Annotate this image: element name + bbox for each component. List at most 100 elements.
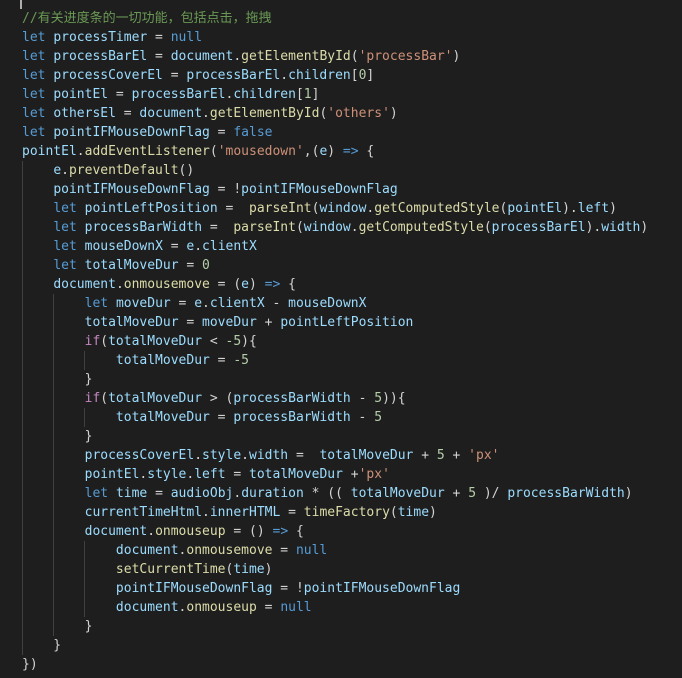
code-token: ): [640, 220, 649, 235]
code-line[interactable]: let time = audioObj.duration * (( totalM…: [22, 484, 648, 503]
code-token: let: [84, 296, 116, 311]
code-token: .: [61, 163, 69, 178]
code-token: ): [249, 277, 265, 292]
code-line[interactable]: let othersEl = document.getElementById('…: [22, 104, 648, 123]
code-token: =: [256, 600, 281, 615]
code-token: e: [194, 296, 203, 311]
code-line[interactable]: }: [22, 427, 648, 446]
code-token: totalMoveDur: [115, 410, 210, 425]
code-line[interactable]: //有关进度条的一切功能，包括点击，拖拽: [22, 9, 648, 28]
code-content[interactable]: //有关进度条的一切功能，包括点击，拖拽 let processTimer = n…: [22, 9, 648, 674]
code-line[interactable]: let pointLeftPosition = parseInt(window.…: [22, 199, 648, 218]
code-token: moveDur: [115, 296, 171, 311]
code-line[interactable]: let moveDur = e.clientX - mouseDownX: [22, 294, 648, 313]
code-token: let: [22, 106, 54, 121]
code-token: =: [280, 505, 304, 520]
code-line[interactable]: }): [22, 655, 648, 674]
code-line[interactable]: pointEl.style.left = totalMoveDur +'px': [22, 465, 648, 484]
code-token: =: [147, 30, 171, 45]
code-token: ): [264, 562, 273, 577]
code-token: //有关进度条的一切功能，包括点击，拖拽: [22, 11, 272, 26]
code-token: let: [22, 30, 54, 45]
code-token: [: [350, 68, 359, 83]
code-token: =: [170, 296, 195, 311]
code-token: othersEl: [53, 106, 116, 121]
code-token: +: [444, 448, 469, 463]
code-token: }: [22, 372, 93, 387]
code-line[interactable]: document.onmousemove = (e) => {: [22, 275, 648, 294]
code-token: =: [209, 410, 234, 425]
code-line[interactable]: let processCoverEl = processBarEl.childr…: [22, 66, 648, 85]
code-token: setCurrentTime: [115, 562, 226, 577]
code-token: +: [444, 486, 469, 501]
code-token: onmousemove: [123, 277, 210, 292]
code-token: let: [84, 486, 116, 501]
code-token: processCoverEl: [84, 448, 195, 463]
code-token: =>: [272, 524, 289, 539]
code-token: getComputedStyle: [374, 201, 500, 216]
code-line[interactable]: totalMoveDur = moveDur + pointLeftPositi…: [22, 313, 648, 332]
code-line[interactable]: document.onmouseup = () => {: [22, 522, 648, 541]
code-line[interactable]: let totalMoveDur = 0: [22, 256, 648, 275]
code-token: e: [53, 163, 62, 178]
code-token: let: [22, 125, 54, 140]
code-token: ]: [311, 87, 320, 102]
code-token: (): [178, 163, 195, 178]
code-token: processTimer: [53, 30, 148, 45]
code-token: 5: [436, 448, 445, 463]
code-line[interactable]: let processBarEl = document.getElementBy…: [22, 47, 648, 66]
code-editor[interactable]: //有关进度条的一切功能，包括点击，拖拽 let processTimer = n…: [0, 0, 682, 678]
code-line[interactable]: let pointIFMouseDownFlag = false: [22, 123, 648, 142]
code-token: .: [233, 486, 242, 501]
code-token: width: [249, 448, 289, 463]
code-line[interactable]: let pointEl = processBarEl.children[1]: [22, 85, 648, 104]
code-line[interactable]: }: [22, 617, 648, 636]
code-line[interactable]: if(totalMoveDur < -5){: [22, 332, 648, 351]
code-line[interactable]: let mouseDownX = e.clientX: [22, 237, 648, 256]
code-token: addEventListener: [84, 144, 210, 159]
code-token: )){: [382, 391, 406, 406]
code-token: ).: [562, 201, 578, 216]
code-line[interactable]: }: [22, 370, 648, 389]
code-token: ){: [241, 334, 257, 349]
code-token: pointIFMouseDownFlag: [53, 125, 210, 140]
code-line[interactable]: document.onmousemove = null: [22, 541, 648, 560]
code-token: totalMoveDur: [84, 258, 179, 273]
code-token: currentTimeHtml: [84, 505, 203, 520]
code-line[interactable]: totalMoveDur = -5: [22, 351, 648, 370]
code-line[interactable]: pointEl.addEventListener('mousedown',(e)…: [22, 142, 648, 161]
code-line[interactable]: setCurrentTime(time): [22, 560, 648, 579]
code-token: ): [429, 505, 437, 520]
code-token: time: [233, 562, 265, 577]
code-token: =: [162, 239, 187, 254]
code-token: 'processBar': [358, 49, 453, 64]
code-token: ): [624, 486, 633, 501]
code-token: [: [295, 87, 304, 102]
code-line[interactable]: pointIFMouseDownFlag = !pointIFMouseDown…: [22, 180, 648, 199]
code-line[interactable]: let processTimer = null: [22, 28, 648, 47]
code-line[interactable]: e.preventDefault(): [22, 161, 648, 180]
code-token: =: [288, 448, 320, 463]
code-token: document: [84, 524, 148, 539]
code-token: let: [53, 201, 85, 216]
code-line[interactable]: currentTimeHtml.innerHTML = timeFactory(…: [22, 503, 648, 522]
code-line[interactable]: if(totalMoveDur > (processBarWidth - 5))…: [22, 389, 648, 408]
code-line[interactable]: processCoverEl.style.width = totalMoveDu…: [22, 446, 648, 465]
code-token: processBarWidth: [84, 220, 203, 235]
code-line[interactable]: }: [22, 636, 648, 655]
code-line[interactable]: document.onmouseup = null: [22, 598, 648, 617]
code-line[interactable]: totalMoveDur = processBarWidth - 5: [22, 408, 648, 427]
code-token: }: [22, 429, 93, 444]
code-token: .: [194, 448, 203, 463]
code-token: totalMoveDur: [350, 486, 445, 501]
code-token: ): [327, 144, 343, 159]
code-line[interactable]: pointIFMouseDownFlag = !pointIFMouseDown…: [22, 579, 648, 598]
code-line[interactable]: let processBarWidth = parseInt(window.ge…: [22, 218, 648, 237]
